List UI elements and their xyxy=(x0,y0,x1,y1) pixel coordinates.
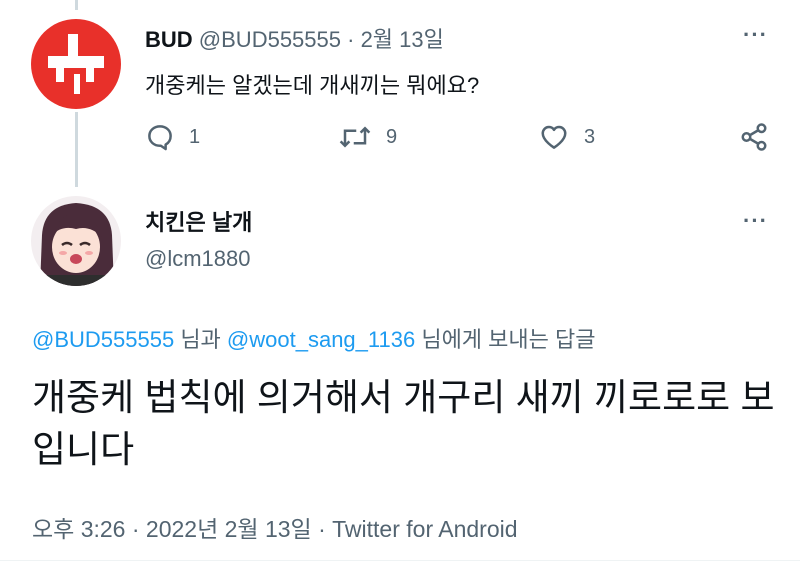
separator: · xyxy=(341,27,361,52)
display-name[interactable]: BUD xyxy=(145,27,193,52)
tweet-text: 개중케 법칙에 의거해서 개구리 새끼 끼로로로 보입니다 xyxy=(32,377,775,470)
tweet-text: 개중케는 알겠는데 개새끼는 뭐에요? xyxy=(145,73,480,98)
like-button[interactable]: 3 xyxy=(538,122,595,152)
replying-to: @BUD555555 님과 @woot_sang_1136 님에게 보내는 답글 xyxy=(32,322,595,354)
like-count: 3 xyxy=(584,125,596,148)
avatar[interactable] xyxy=(30,195,122,287)
retweet-icon xyxy=(339,126,371,148)
share-icon xyxy=(741,123,767,151)
handle[interactable]: @lcm1880 xyxy=(145,246,251,272)
reply-icon xyxy=(148,125,172,151)
reply-button[interactable]: 1 xyxy=(145,122,200,152)
retweet-button[interactable]: 9 xyxy=(338,122,397,152)
handle[interactable]: @BUD555555 xyxy=(199,27,341,52)
tweet-header: BUD @BUD555555 · 2월 13일 xyxy=(145,22,444,54)
mention-link[interactable]: @BUD555555 xyxy=(32,327,174,352)
like-icon xyxy=(541,125,567,149)
retweet-count: 9 xyxy=(386,125,398,148)
more-icon[interactable]: ··· xyxy=(743,208,768,234)
tweet-timestamp[interactable]: 오후 3:26 · 2022년 2월 13일 · Twitter for And… xyxy=(32,510,518,544)
replying-suffix: 님에게 보내는 답글 xyxy=(415,327,596,352)
tweet-date[interactable]: 2월 13일 xyxy=(361,27,444,52)
thread-connector xyxy=(75,112,78,187)
share-button[interactable] xyxy=(738,122,770,152)
more-icon[interactable]: ··· xyxy=(743,22,768,48)
replying-joiner: 님과 xyxy=(174,327,227,352)
thread-connector-top xyxy=(75,0,78,10)
display-name[interactable]: 치킨은 날개 xyxy=(145,205,252,237)
divider xyxy=(0,560,800,561)
avatar[interactable] xyxy=(30,18,122,110)
mention-link[interactable]: @woot_sang_1136 xyxy=(227,327,415,352)
reply-count: 1 xyxy=(189,125,201,148)
